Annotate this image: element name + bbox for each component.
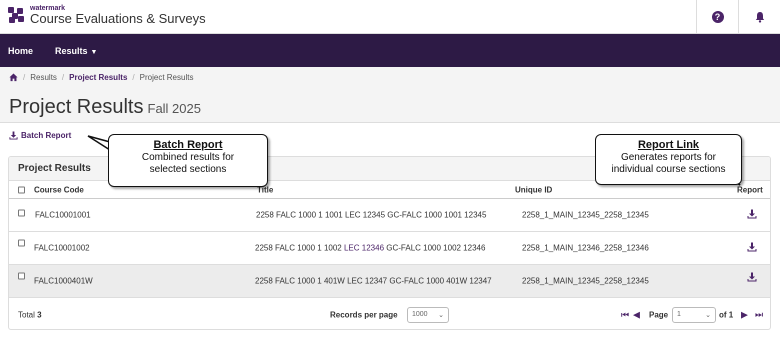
callout-line: individual course sections	[611, 164, 726, 176]
callout-line: Generates reports for	[620, 152, 717, 164]
batch-report-callout: Batch Report Combined results for select…	[108, 134, 268, 187]
report-link-callout: Report Link Generates reports for indivi…	[595, 134, 742, 185]
callout-line: Combined results for	[141, 152, 235, 164]
callout-heading: Report Link	[637, 139, 700, 151]
callout-heading: Batch Report	[153, 139, 223, 151]
callout-line: selected sections	[149, 164, 227, 176]
